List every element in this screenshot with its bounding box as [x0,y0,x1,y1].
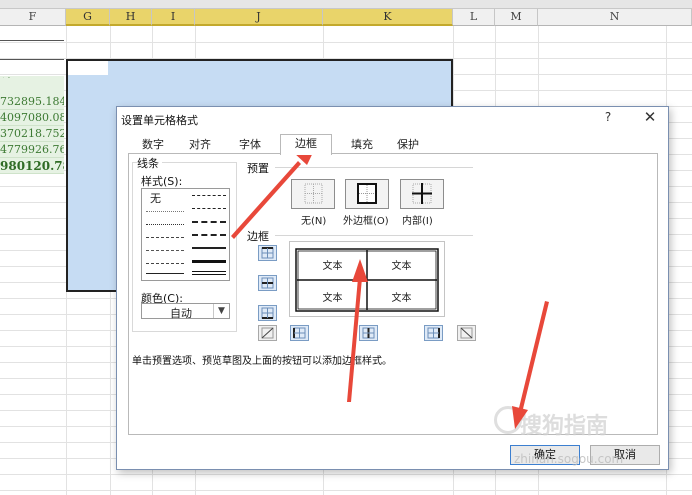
diagonal-down-icon [460,327,473,339]
border-preview[interactable]: 文本 文本 文本 文本 [289,241,445,317]
watermark-logo-icon [494,406,522,434]
line-style-dash-dot[interactable] [146,250,184,251]
border-label: 边框 [247,228,272,244]
border-top-icon [261,247,274,259]
grid-line [0,474,692,475]
line-group-label: 线条 [137,155,162,171]
color-select-value: 自动 [170,307,192,320]
preset-inside-icon [412,183,432,204]
style-label: 样式(S): [141,173,186,189]
preset-none-icon [304,183,323,204]
column-header-h[interactable]: H [110,9,152,26]
watermark-url: zhinan.sogou.com [514,452,624,466]
tab-border[interactable]: 边框 [280,134,332,155]
line-style-hair[interactable] [146,211,184,212]
column-header-g[interactable]: G [66,9,110,26]
line-style-slanted-dash-dot[interactable] [192,208,226,209]
column-header-j[interactable]: J [195,9,323,26]
preset-none-button[interactable] [291,179,335,209]
border-left-icon [293,327,306,339]
line-style-dash-dot-dot[interactable] [146,237,184,238]
border-diagonal-up-button[interactable] [258,325,277,341]
border-inside-horizontal-icon [261,277,274,289]
dialog-title: 设置单元格格式 [121,114,198,127]
f-cell[interactable]: 4779926.76 [0,142,64,158]
line-style-thick[interactable] [192,260,226,263]
preset-outline-button[interactable] [345,179,389,209]
watermark-text: 搜狗指南 [520,414,609,439]
line-style-dotted[interactable] [146,224,184,225]
border-bottom-icon [261,307,274,319]
line-style-medium[interactable] [192,247,226,249]
border-bottom-button[interactable] [258,305,277,321]
border-divider [275,235,473,236]
border-diagonal-down-button[interactable] [457,325,476,341]
preset-none-label[interactable]: 无(N) [301,212,326,227]
line-style-medium-dashed[interactable] [192,234,226,236]
border-inside-vertical-button[interactable] [359,325,378,341]
f-cell-total[interactable]: 980120.78 [0,158,64,174]
line-style-list[interactable]: 无 [141,188,230,281]
presets-divider [275,167,473,168]
column-header-l[interactable]: L [453,9,495,26]
border-inside-vertical-icon [362,327,375,339]
close-button[interactable]: ✕ [641,108,659,126]
tab-number[interactable]: 数字 [135,136,171,154]
preview-cell-top-right: 文本 [391,261,412,272]
f-cell[interactable]: 4097080.08 [0,110,64,126]
line-style-thin[interactable] [146,273,184,274]
line-style-medium-dash-dot-dot[interactable] [192,195,226,196]
tab-alignment[interactable]: 对齐 [182,136,218,154]
f-cell[interactable]: 732895.184 [0,94,64,110]
column-header-n[interactable]: N [538,9,692,26]
line-style-dashed[interactable] [146,263,184,264]
diagonal-up-icon [261,327,274,339]
column-header-i[interactable]: I [152,9,195,26]
preview-cell-bottom-right: 文本 [391,293,412,304]
hint-text: 单击预置选项、预览草图及上面的按钮可以添加边框样式。 [132,356,392,367]
grid-line [0,490,692,491]
color-select[interactable]: 自动 ▼ [141,303,230,320]
preset-inside-button[interactable] [400,179,444,209]
column-header-f[interactable]: F [0,9,66,26]
preview-cell-top-left: 文本 [322,261,343,272]
line-style-medium-dash-dot[interactable] [192,221,226,223]
grid-line [0,42,692,43]
line-style-double[interactable] [192,271,226,275]
border-right-button[interactable] [424,325,443,341]
preset-inside-label[interactable]: 内部(I) [402,212,433,227]
preview-cell-bottom-left: 文本 [322,293,343,304]
preset-outline-icon [357,183,377,204]
border-right-icon [427,327,440,339]
f-cell[interactable]: 370218.752 [0,126,64,142]
border-top-button[interactable] [258,245,277,261]
tab-fill[interactable]: 填充 [344,136,380,154]
tab-font[interactable]: 字体 [232,136,268,154]
border-inside-horizontal-button[interactable] [258,275,277,291]
column-header-m[interactable]: M [495,9,538,26]
preview-frame-lines [295,248,439,312]
tab-panel-border: 线条 样式(S): 无 颜色(C): 自动 ▼ 预置 无(N) 外边框(O) 内… [128,153,658,435]
tab-protection[interactable]: 保护 [390,136,426,154]
toolbar-strip [0,0,692,9]
presets-label: 预置 [247,160,272,176]
preset-outline-label[interactable]: 外边框(O) [343,212,389,227]
line-style-none[interactable]: 无 [150,190,161,206]
help-button[interactable]: ? [601,110,615,124]
border-left-button[interactable] [290,325,309,341]
chevron-down-icon[interactable]: ▼ [213,304,229,318]
f-header-rule [0,40,64,60]
active-cell[interactable] [68,61,108,75]
column-header-k[interactable]: K [323,9,453,26]
